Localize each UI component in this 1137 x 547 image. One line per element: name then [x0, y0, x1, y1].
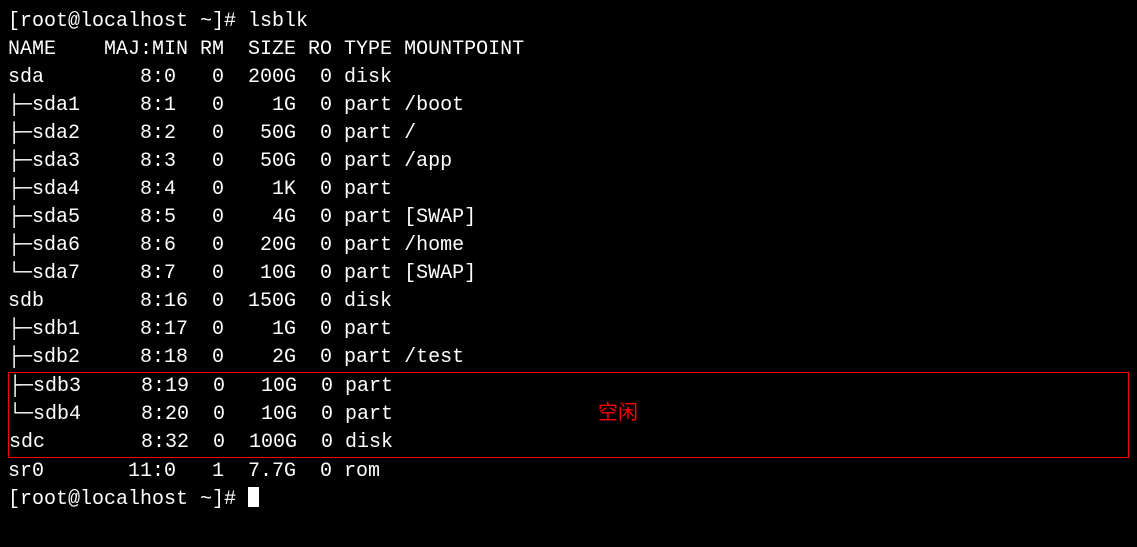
- prompt-line-1: [root@localhost ~]# lsblk: [8, 8, 1129, 36]
- table-row: └─sda7 8:7 0 10G 0 part [SWAP]: [8, 260, 1129, 288]
- table-row: ├─sda3 8:3 0 50G 0 part /app: [8, 148, 1129, 176]
- table-row: ├─sda5 8:5 0 4G 0 part [SWAP]: [8, 204, 1129, 232]
- annotation-label: 空闲: [598, 401, 638, 429]
- table-row: ├─sda6 8:6 0 20G 0 part /home: [8, 232, 1129, 260]
- table-row: ├─sda4 8:4 0 1K 0 part: [8, 176, 1129, 204]
- table-row: sr0 11:0 1 7.7G 0 rom: [8, 458, 1129, 486]
- cursor-icon: [248, 487, 259, 507]
- table-row: ├─sdb1 8:17 0 1G 0 part: [8, 316, 1129, 344]
- table-row: sdb 8:16 0 150G 0 disk: [8, 288, 1129, 316]
- table-row: ├─sda1 8:1 0 1G 0 part /boot: [8, 92, 1129, 120]
- highlight-annotation-box: ├─sdb3 8:19 0 10G 0 part └─sdb4 8:20 0 1…: [8, 372, 1129, 458]
- table-row: sda 8:0 0 200G 0 disk: [8, 64, 1129, 92]
- table-row: ├─sda2 8:2 0 50G 0 part /: [8, 120, 1129, 148]
- table-row: └─sdb4 8:20 0 10G 0 part: [9, 401, 1128, 429]
- table-row: ├─sdb3 8:19 0 10G 0 part: [9, 373, 1128, 401]
- table-row: sdc 8:32 0 100G 0 disk: [9, 429, 1128, 457]
- prompt-line-2[interactable]: [root@localhost ~]#: [8, 486, 1129, 514]
- header-row: NAME MAJ:MIN RM SIZE RO TYPE MOUNTPOINT: [8, 36, 1129, 64]
- table-row: ├─sdb2 8:18 0 2G 0 part /test: [8, 344, 1129, 372]
